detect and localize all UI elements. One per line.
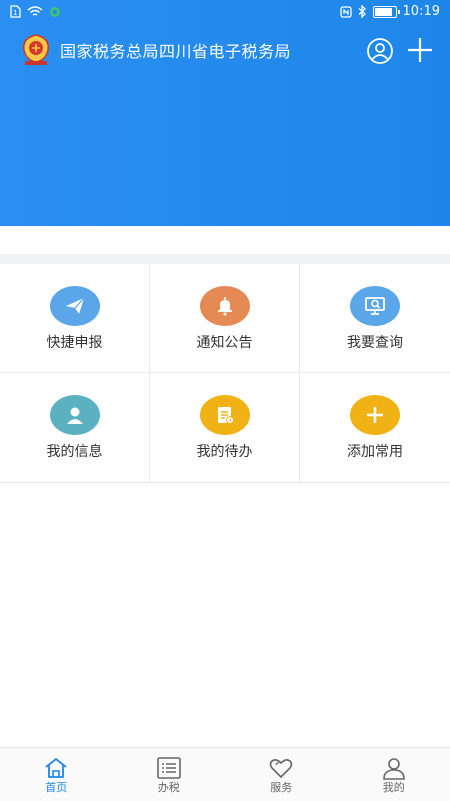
document-icon: [200, 395, 250, 435]
app-header: 国家税务总局四川省电子税务局: [0, 28, 450, 72]
my-todo-label: 我的待办: [150, 441, 299, 461]
svg-text:1: 1: [13, 9, 17, 17]
my-info-item[interactable]: 我的信息: [0, 373, 150, 482]
sim-card-icon: 1: [10, 5, 21, 18]
add-favorite-item[interactable]: 添加常用: [300, 373, 450, 482]
bottom-tab-bar: 首页 办税 服务 我的: [0, 747, 450, 801]
wifi-icon: [27, 6, 43, 18]
user-icon: [381, 756, 407, 780]
plus-icon: [350, 395, 400, 435]
quick-menu-grid: 快捷申报 通知公告 我要查询 我的信息 我的待办 添加常用: [0, 264, 450, 483]
home-icon: [43, 756, 69, 780]
query-label: 我要查询: [300, 332, 450, 352]
my-info-label: 我的信息: [0, 441, 149, 461]
add-favorite-label: 添加常用: [300, 441, 450, 461]
list-icon: [156, 756, 182, 780]
my-todo-item[interactable]: 我的待办: [150, 373, 300, 482]
query-item[interactable]: 我要查询: [300, 264, 450, 373]
app-notification-icon: [49, 6, 61, 18]
user-profile-button[interactable]: [366, 37, 394, 65]
quick-declare-label: 快捷申报: [0, 332, 149, 352]
notice-announcement-item[interactable]: 通知公告: [150, 264, 300, 373]
clock: 10:19: [403, 4, 440, 19]
tab-mine-label: 我的: [338, 779, 450, 795]
tab-tax-label: 办税: [113, 779, 226, 795]
heart-icon: [268, 756, 294, 780]
battery-icon: [373, 6, 397, 18]
status-bar: 1 10:19: [0, 0, 450, 26]
add-button[interactable]: [406, 36, 434, 64]
quick-declare-item[interactable]: 快捷申报: [0, 264, 150, 373]
monitor-search-icon: [350, 286, 400, 326]
bluetooth-icon: [358, 5, 367, 18]
section-divider: [0, 254, 450, 264]
tab-service[interactable]: 服务: [225, 748, 338, 801]
bell-icon: [200, 286, 250, 326]
tab-home[interactable]: 首页: [0, 748, 113, 801]
paper-plane-icon: [50, 286, 100, 326]
app-title: 国家税务总局四川省电子税务局: [60, 38, 291, 62]
nfc-icon: [340, 6, 352, 18]
tab-mine[interactable]: 我的: [338, 748, 450, 801]
tab-tax[interactable]: 办税: [113, 748, 226, 801]
tab-service-label: 服务: [225, 779, 338, 795]
notice-announcement-label: 通知公告: [150, 332, 299, 352]
person-icon: [50, 395, 100, 435]
tax-emblem-logo: [16, 30, 56, 70]
tab-home-label: 首页: [0, 779, 113, 795]
